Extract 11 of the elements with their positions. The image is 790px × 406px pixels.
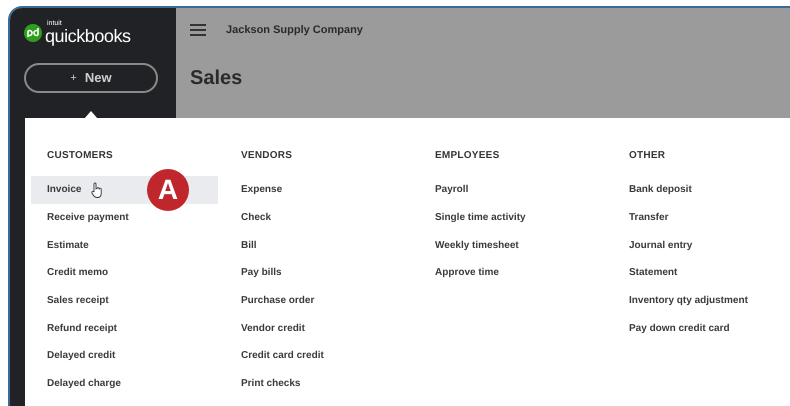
column-heading: OTHER	[628, 150, 666, 163]
column-heading: VENDORS	[240, 150, 294, 163]
hand-cursor-icon	[91, 182, 104, 198]
logo-icon	[24, 24, 42, 42]
company-name: Jackson Supply Company	[226, 23, 363, 38]
menu-icon[interactable]	[190, 24, 206, 36]
column-heading: CUSTOMERS	[46, 150, 114, 163]
column-heading: EMPLOYEES	[434, 150, 500, 163]
new-button[interactable]: + New	[24, 63, 158, 93]
page-title: Sales	[190, 66, 244, 90]
logo-name: quickbooks	[45, 27, 131, 45]
